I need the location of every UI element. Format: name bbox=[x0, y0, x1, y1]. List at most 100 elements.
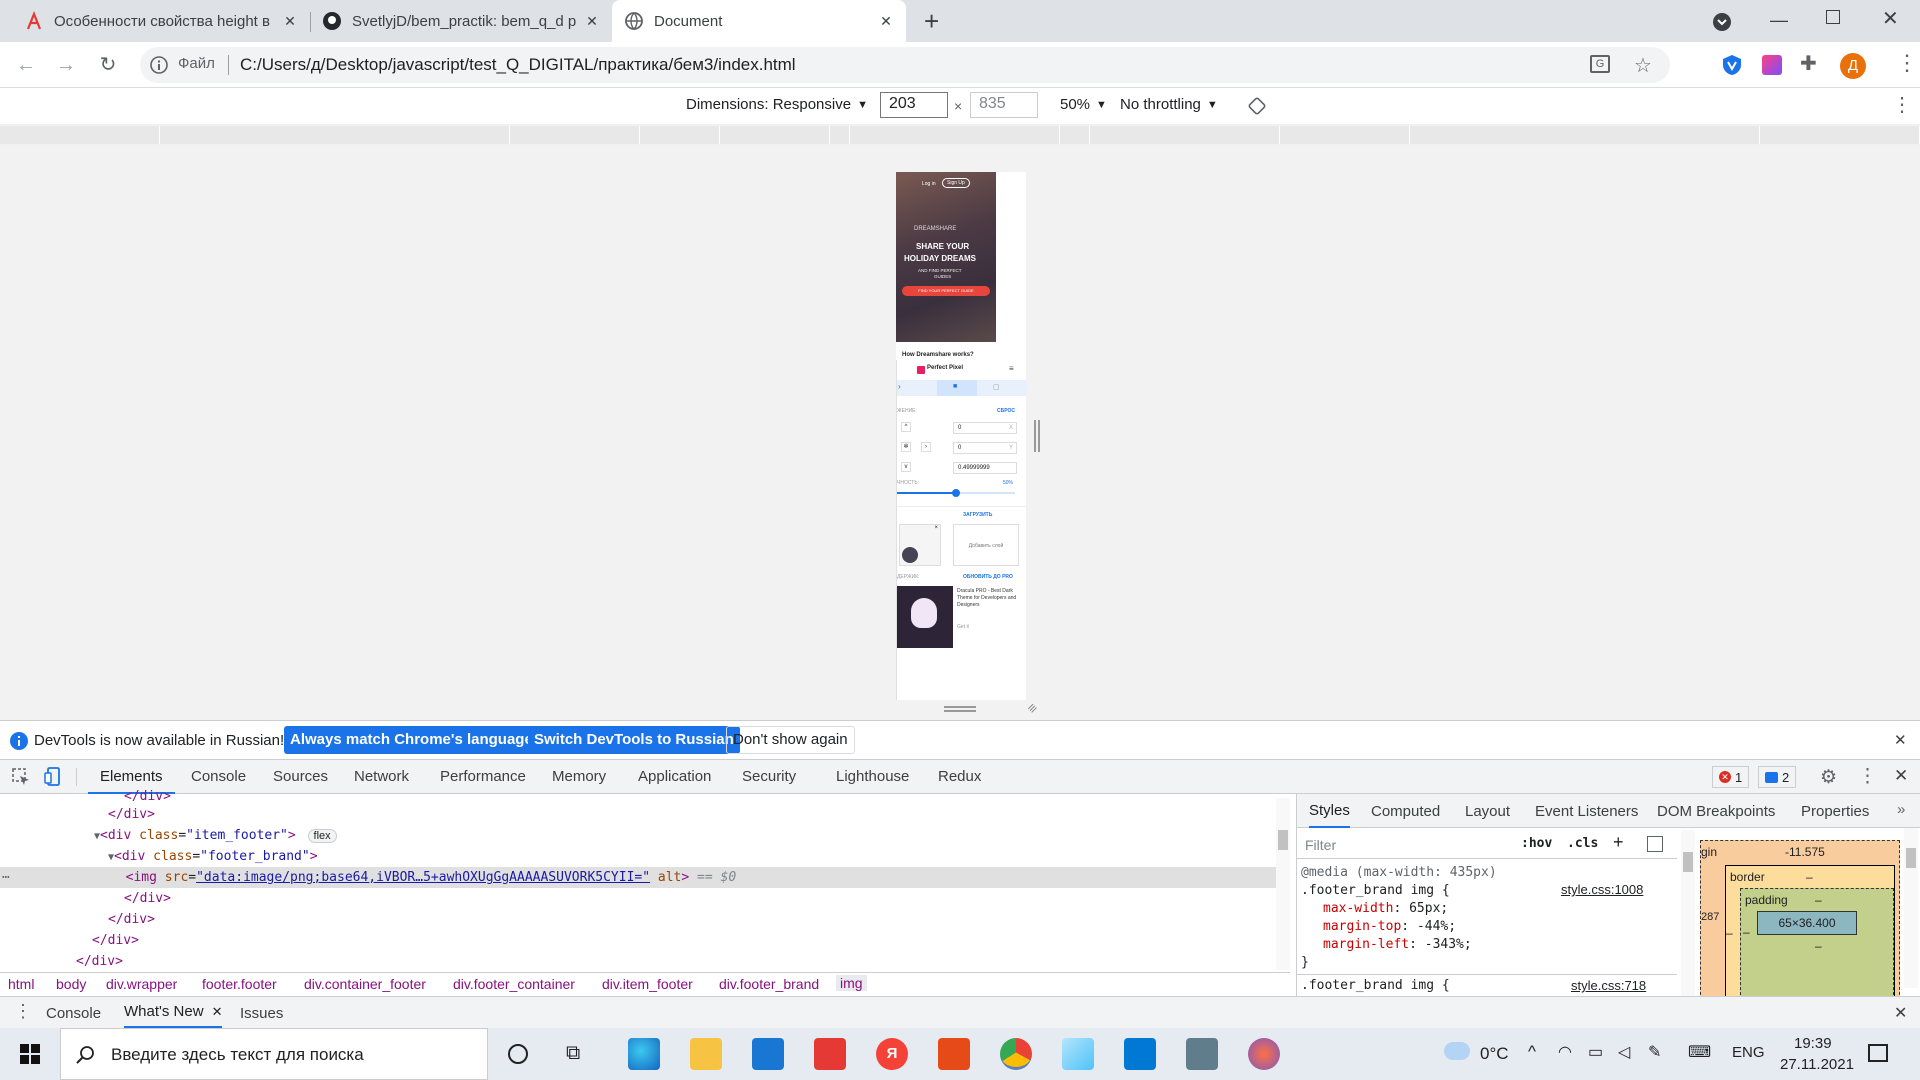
tab-lighthouse[interactable]: Lighthouse bbox=[836, 760, 909, 794]
zoom-dropdown[interactable]: 50% ▼ bbox=[1060, 96, 1107, 113]
notes-app-icon[interactable] bbox=[1062, 1038, 1094, 1070]
chrome-icon[interactable] bbox=[1000, 1038, 1032, 1070]
css-property[interactable]: max-width: 65px; bbox=[1301, 900, 1497, 918]
drawer-tab-issues[interactable]: Issues bbox=[240, 1005, 283, 1022]
mail-icon[interactable] bbox=[752, 1038, 784, 1070]
box-padding[interactable]: padding – – 65×36.400 – bbox=[1740, 888, 1894, 1000]
styles-filter-input[interactable]: Filter bbox=[1301, 834, 1511, 856]
dom-node[interactable]: </div> bbox=[108, 804, 155, 825]
dom-node-selected-img[interactable]: ⋯ <img src="data:image/png;base64,iVBOR…… bbox=[0, 867, 1276, 888]
media-segment[interactable] bbox=[1060, 126, 1090, 144]
tab-application[interactable]: Application bbox=[638, 760, 711, 794]
hero-cta-button[interactable]: FIND YOUR PERFECT GUIDE bbox=[902, 286, 990, 296]
throttling-dropdown[interactable]: No throttling ▼ bbox=[1120, 96, 1218, 113]
restore-icon[interactable] bbox=[1826, 10, 1840, 24]
opacity-slider-track[interactable] bbox=[897, 489, 1015, 497]
screenshot-icon[interactable]: ▢ bbox=[993, 383, 1000, 391]
new-tab-icon[interactable]: + bbox=[924, 8, 939, 34]
box-margin[interactable]: gin -11.575 287 border – – padding – – 6… bbox=[1700, 840, 1900, 1001]
center-icon[interactable]: ✲ bbox=[901, 442, 911, 452]
breadcrumb-item-active[interactable]: img bbox=[836, 975, 867, 991]
yandex-icon[interactable]: Я bbox=[876, 1038, 908, 1070]
dom-node[interactable]: </div> bbox=[124, 888, 171, 909]
tab-console[interactable]: Console bbox=[191, 760, 246, 794]
file-explorer-icon[interactable] bbox=[690, 1038, 722, 1070]
bookmark-star-icon[interactable]: ☆ bbox=[1634, 53, 1652, 78]
device-menu-kebab-icon[interactable]: ⋮ bbox=[1892, 92, 1912, 117]
scrollbar-thumb[interactable] bbox=[1906, 848, 1916, 868]
css-property[interactable]: margin-top: -44%; bbox=[1301, 918, 1497, 936]
tab-habr[interactable]: Особенности свойства height в ✕ bbox=[0, 0, 310, 42]
media-segment[interactable] bbox=[830, 126, 850, 144]
media-segment[interactable] bbox=[640, 126, 720, 144]
drawer-tab-whats-new[interactable]: What's New ✕ bbox=[124, 997, 223, 1028]
always-match-language-button[interactable]: Always match Chrome's language bbox=[284, 726, 539, 754]
nav-login[interactable]: Log in bbox=[922, 181, 936, 187]
more-tabs-icon[interactable]: » bbox=[1897, 801, 1905, 818]
new-rule-icon[interactable]: + bbox=[1613, 832, 1624, 853]
breadcrumb-item[interactable]: body bbox=[56, 976, 86, 992]
tab-styles[interactable]: Styles bbox=[1309, 794, 1350, 828]
edge-icon[interactable] bbox=[628, 1038, 660, 1070]
tab-document[interactable]: Document ✕ bbox=[612, 0, 906, 42]
pro-upgrade-link[interactable]: ОБНОВИТЬ ДО PRO bbox=[963, 574, 1013, 580]
layer-close-icon[interactable]: × bbox=[934, 525, 938, 531]
windows-start-icon[interactable] bbox=[20, 1044, 40, 1064]
dracula-ad-image[interactable] bbox=[897, 586, 953, 648]
window-close-icon[interactable]: ✕ bbox=[1882, 6, 1899, 31]
pp-tab-lock[interactable]: ■ bbox=[937, 380, 977, 396]
tab-properties[interactable]: Properties bbox=[1801, 803, 1869, 820]
img-src-link[interactable]: "data:image/png;base64,iVBOR…5+awhOXUgGg… bbox=[196, 870, 650, 885]
media-segment[interactable] bbox=[160, 126, 510, 144]
css-source-link[interactable]: style.css:1008 bbox=[1561, 882, 1643, 897]
tab-memory[interactable]: Memory bbox=[552, 760, 606, 794]
close-icon[interactable]: ✕ bbox=[878, 13, 894, 29]
dom-node[interactable]: </div> bbox=[76, 951, 123, 972]
drawer-close-icon[interactable]: ✕ bbox=[1894, 1003, 1907, 1023]
breadcrumb-item[interactable]: div.item_footer bbox=[602, 976, 693, 992]
breadcrumb-item[interactable]: html bbox=[8, 976, 34, 992]
add-layer-button[interactable]: Добавить слой bbox=[953, 524, 1019, 566]
tab-performance[interactable]: Performance bbox=[440, 760, 526, 794]
switch-to-russian-button[interactable]: Switch DevTools to Russian bbox=[528, 726, 740, 754]
nav-signup-button[interactable]: Sign Up bbox=[942, 178, 970, 188]
extensions-puzzle-icon[interactable]: ✚ bbox=[1800, 51, 1817, 76]
boxmodel-scrollbar[interactable] bbox=[1904, 828, 1918, 988]
viewport-width-handle[interactable] bbox=[1034, 420, 1040, 452]
tab-dom-breakpoints[interactable]: DOM Breakpoints bbox=[1657, 803, 1775, 820]
address-bar[interactable]: Файл C:/Users/д/Desktop/javascript/test_… bbox=[140, 47, 1670, 83]
hamburger-icon[interactable]: ≡ bbox=[1009, 364, 1014, 373]
more-dots-icon[interactable]: ⋯ bbox=[2, 870, 10, 885]
breadcrumb-item[interactable]: div.footer_container bbox=[453, 976, 575, 992]
keyboard-icon[interactable]: ⌨ bbox=[1688, 1042, 1711, 1062]
vpn-shield-icon[interactable] bbox=[1722, 54, 1742, 76]
error-count-badge[interactable]: ✕ 1 bbox=[1712, 766, 1750, 788]
wifi-icon[interactable]: ◠ bbox=[1558, 1042, 1572, 1062]
hov-toggle[interactable]: :hov bbox=[1521, 836, 1552, 851]
height-input[interactable]: 835 bbox=[970, 92, 1038, 118]
figma-like-icon[interactable] bbox=[1248, 1038, 1280, 1070]
battery-icon[interactable]: ▭ bbox=[1588, 1042, 1603, 1062]
weather-cloud-icon[interactable] bbox=[1444, 1042, 1470, 1060]
media-segment[interactable] bbox=[1760, 126, 1920, 144]
office-icon[interactable] bbox=[938, 1038, 970, 1070]
scrollbar-thumb[interactable] bbox=[1683, 852, 1693, 872]
media-segment[interactable] bbox=[0, 126, 160, 144]
avatar[interactable]: Д bbox=[1840, 53, 1866, 79]
media-segment[interactable] bbox=[720, 126, 830, 144]
close-icon[interactable]: ✕ bbox=[212, 1004, 223, 1020]
menu-kebab-icon[interactable]: ⋮ bbox=[1896, 50, 1918, 76]
translate-icon[interactable]: G bbox=[1590, 55, 1610, 73]
css-selector[interactable]: .footer_brand img { bbox=[1301, 882, 1497, 900]
move-down-icon[interactable]: v bbox=[901, 462, 911, 472]
volume-icon[interactable]: ◁ bbox=[1618, 1042, 1630, 1062]
media-segment[interactable] bbox=[1090, 126, 1280, 144]
forward-icon[interactable]: → bbox=[54, 53, 78, 77]
reset-button[interactable]: СБРОС bbox=[997, 408, 1015, 414]
breadcrumb-item[interactable]: div.wrapper bbox=[106, 976, 177, 992]
opacity-slider-knob[interactable] bbox=[952, 489, 960, 497]
media-segment[interactable] bbox=[510, 126, 640, 144]
cls-toggle[interactable]: .cls bbox=[1567, 836, 1598, 851]
temperature[interactable]: 0°C bbox=[1480, 1044, 1509, 1064]
back-icon[interactable]: ← bbox=[14, 53, 38, 77]
